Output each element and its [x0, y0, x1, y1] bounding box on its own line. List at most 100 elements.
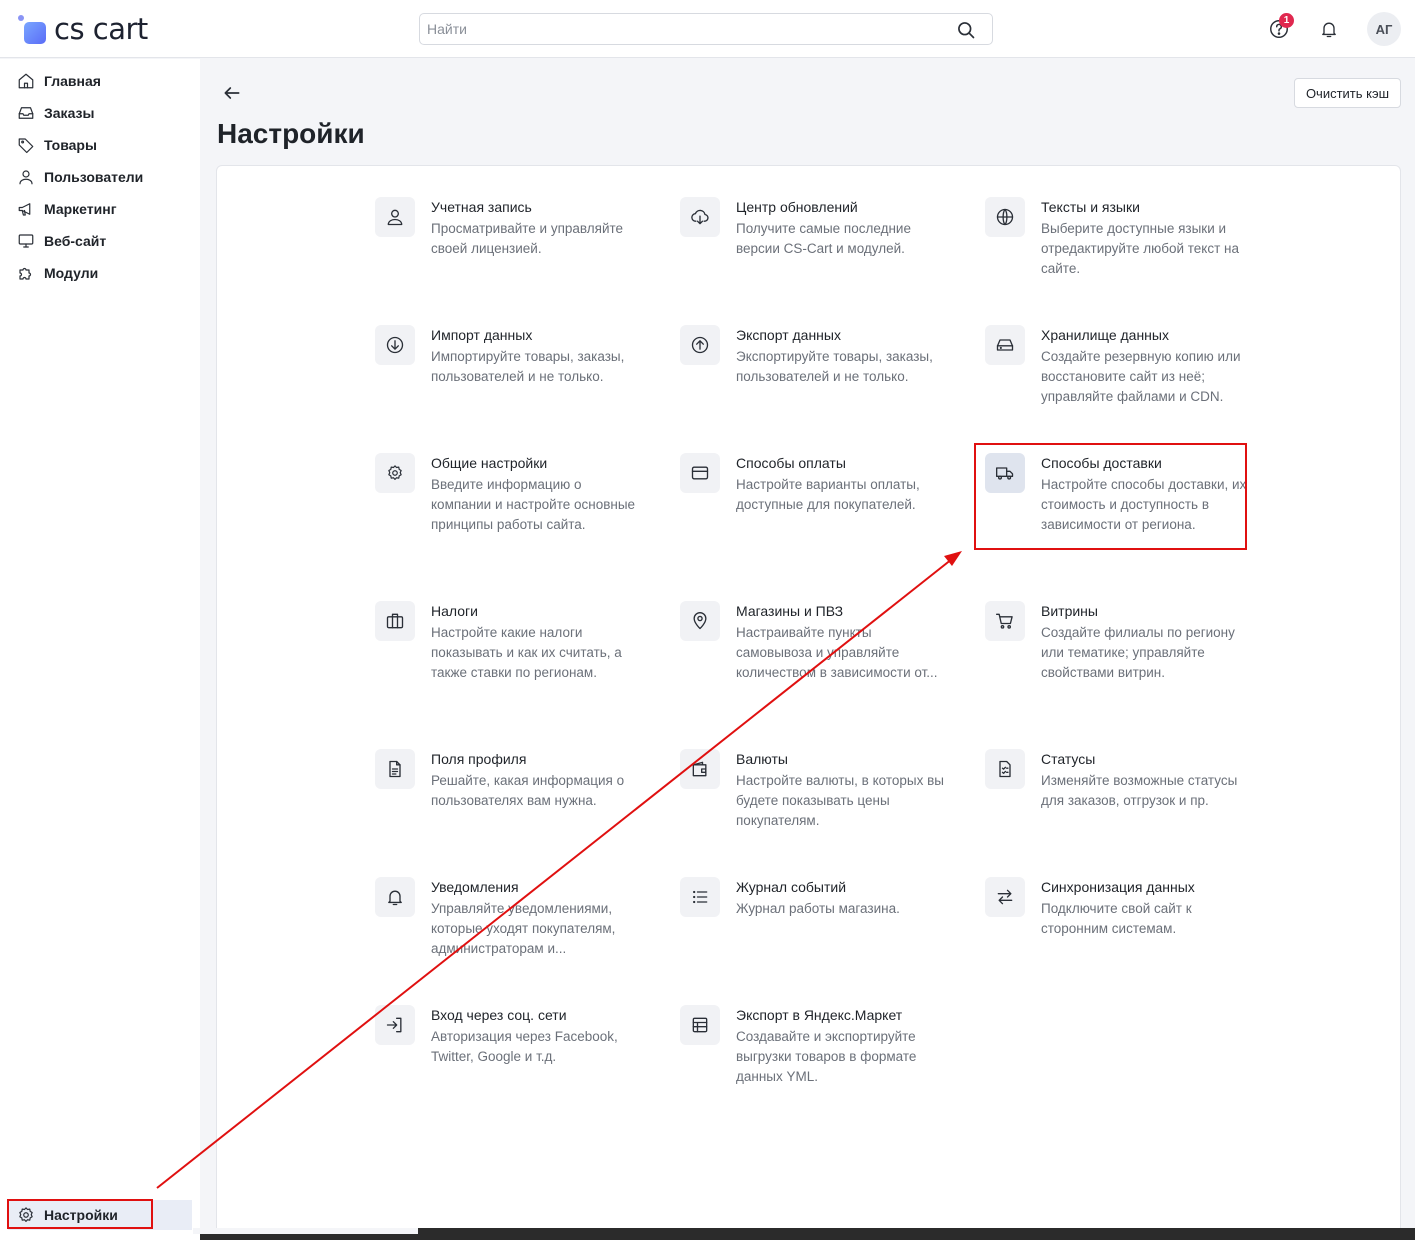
help-button[interactable]: 1 [1264, 13, 1294, 44]
card-title: Экспорт данных [736, 327, 841, 343]
settings-panel: Учетная запись Просматривайте и управляй… [216, 165, 1401, 1240]
card-title: Валюты [736, 751, 788, 767]
back-button[interactable] [220, 81, 244, 105]
notifications-button[interactable] [1314, 14, 1344, 44]
top-header: cs cart 1 АГ [0, 0, 1415, 58]
truck-icon [985, 453, 1025, 493]
sidebar-item-marketing[interactable]: Маркетинг [16, 197, 117, 221]
sidebar-item-website[interactable]: Веб-сайт [16, 229, 106, 253]
sidebar-item-label: Настройки [44, 1207, 118, 1223]
clear-cache-button[interactable]: Очистить кэш [1294, 78, 1401, 108]
card-desc: Журнал работы магазина. [736, 901, 900, 916]
bottom-strip [193, 1228, 1415, 1240]
avatar[interactable]: АГ [1367, 12, 1401, 46]
arrow-down-circle-icon [375, 325, 415, 365]
sidebar-item-label: Заказы [44, 105, 95, 121]
card-desc: Изменяйте возможные статусы для заказов,… [1041, 773, 1238, 808]
tag-icon [16, 135, 36, 155]
user-icon [375, 197, 415, 237]
sidebar-item-label: Пользователи [44, 169, 144, 185]
briefcase-icon [375, 601, 415, 641]
sidebar-item-label: Главная [44, 73, 101, 89]
sidebar-item-label: Товары [44, 137, 97, 153]
sidebar-item-users[interactable]: Пользователи [16, 165, 143, 189]
search-icon[interactable] [956, 20, 976, 45]
help-badge: 1 [1279, 13, 1294, 28]
bell-icon [1322, 22, 1336, 38]
table-icon [680, 1005, 720, 1045]
card-title: Журнал событий [736, 879, 847, 895]
card-desc: Настройте варианты оплаты, доступные для… [736, 477, 920, 512]
search-box [419, 13, 993, 45]
card-title: Витрины [1041, 603, 1098, 619]
search-input[interactable] [420, 14, 940, 44]
globe-icon [985, 197, 1025, 237]
checklist-icon [985, 749, 1025, 789]
home-icon [16, 71, 36, 91]
sidebar-item-label: Модули [44, 265, 99, 281]
bell-icon [375, 877, 415, 917]
monitor-icon [16, 231, 36, 251]
gear-icon [16, 1205, 36, 1225]
card-desc: Создайте филиалы по региону или тематике… [1041, 625, 1235, 680]
cart-icon [985, 601, 1025, 641]
card-title: Импорт данных [431, 327, 533, 343]
card-desc: Настраивайте пункты самовывоза и управля… [736, 625, 938, 680]
swap-icon [985, 877, 1025, 917]
page-title: Настройки [217, 118, 365, 149]
list-icon [680, 877, 720, 917]
map-pin-icon [680, 601, 720, 641]
card-title: Уведомления [431, 879, 519, 895]
sidebar-item-products[interactable]: Товары [16, 133, 97, 157]
card-title: Магазины и ПВЗ [736, 603, 844, 619]
sidebar-item-modules[interactable]: Модули [16, 261, 98, 285]
cloud-download-icon [680, 197, 720, 237]
megaphone-icon [16, 199, 36, 219]
gear-icon [375, 453, 415, 493]
card-title: Центр обновлений [736, 199, 858, 215]
sidebar-item-home[interactable]: Главная [16, 69, 101, 93]
sidebar: Главная Заказы Товары Пользователи Марке… [0, 59, 200, 1240]
arrow-left-icon [224, 87, 240, 99]
card-title: Общие настройки [431, 455, 548, 471]
card-desc: Импортируйте товары, заказы, пользовател… [431, 349, 625, 384]
card-title: Способы доставки [1041, 455, 1162, 471]
card-desc: Создавайте и экспортируйте выгрузки това… [736, 1029, 917, 1084]
card-desc: Создайте резервную копию или восстановит… [1041, 349, 1241, 404]
logo[interactable]: cs cart [18, 12, 148, 46]
card-title: Налоги [431, 603, 478, 619]
card-desc: Настройте способы доставки, их стоимость… [1041, 477, 1247, 532]
card-desc: Введите информацию о компании и настройт… [431, 477, 636, 532]
card-title: Вход через соц. сети [431, 1007, 567, 1023]
sidebar-item-settings[interactable]: Настройки [8, 1200, 192, 1230]
credit-card-icon [680, 453, 720, 493]
card-desc: Подключите свой сайт к сторонним система… [1041, 901, 1192, 936]
card-title: Тексты и языки [1041, 199, 1140, 215]
user-icon [16, 167, 36, 187]
card-desc: Выберите доступные языки и отредактируйт… [1041, 221, 1239, 276]
hard-drive-icon [985, 325, 1025, 365]
card-desc: Решайте, какая информация о пользователя… [431, 773, 625, 808]
card-title: Хранилище данных [1041, 327, 1169, 343]
card-title: Экспорт в Яндекс.Маркет [736, 1007, 903, 1023]
card-title: Синхронизация данных [1041, 879, 1195, 895]
card-desc: Получите самые последние версии CS-Cart … [736, 221, 911, 256]
card-desc: Настройте валюты, в которых вы будете по… [736, 773, 944, 828]
card-title: Статусы [1041, 751, 1096, 767]
puzzle-icon [16, 263, 36, 283]
wallet-icon [680, 749, 720, 789]
inbox-icon [16, 103, 36, 123]
logo-text: cs cart [54, 12, 148, 46]
document-icon [375, 749, 415, 789]
card-desc: Просматривайте и управляйте своей лиценз… [431, 221, 624, 256]
sidebar-item-orders[interactable]: Заказы [16, 101, 94, 125]
card-desc: Настройте какие налоги показывать и как … [431, 625, 622, 680]
card-title: Поля профиля [431, 751, 527, 767]
card-title: Учетная запись [431, 199, 532, 215]
sidebar-item-label: Веб-сайт [44, 233, 107, 249]
login-icon [375, 1005, 415, 1045]
logo-icon [18, 14, 48, 44]
card-desc: Авторизация через Facebook, Twitter, Goo… [431, 1029, 618, 1064]
card-desc: Экспортируйте товары, заказы, пользовате… [736, 349, 933, 384]
arrow-up-circle-icon [680, 325, 720, 365]
